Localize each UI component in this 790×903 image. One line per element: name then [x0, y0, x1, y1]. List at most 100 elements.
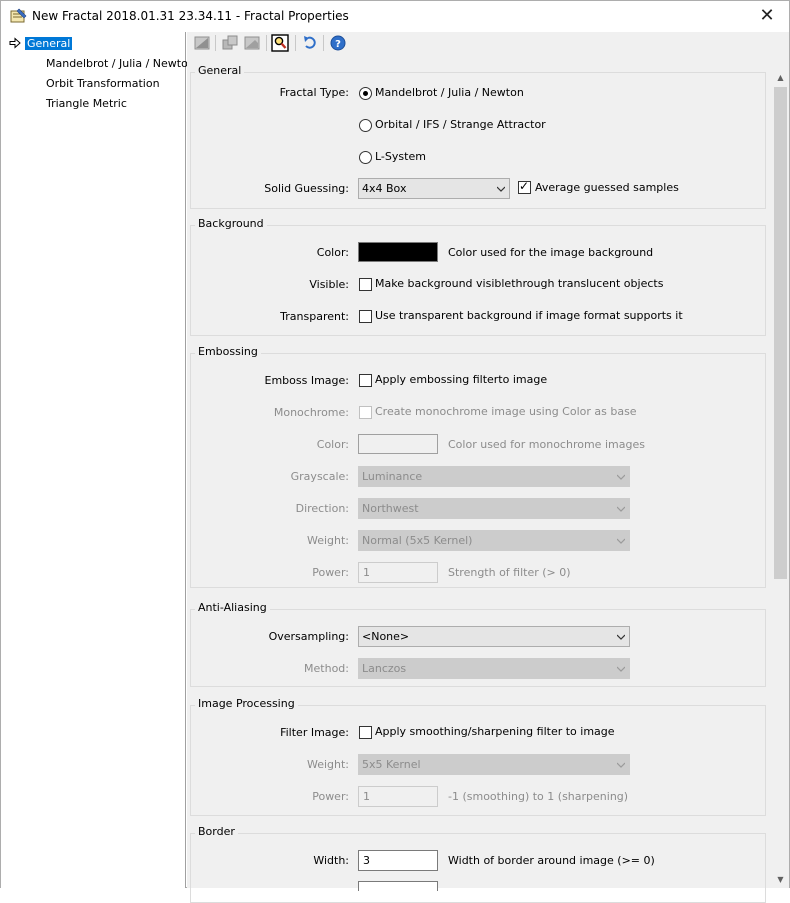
chevron-down-icon	[617, 538, 625, 544]
properties-window: New Fractal 2018.01.31 23.34.11 - Fracta…	[0, 0, 790, 903]
select-value: 5x5 Kernel	[362, 758, 421, 771]
category-tree[interactable]: General Mandelbrot / Julia / Newton Orbi…	[1, 32, 195, 888]
properties-app-icon	[10, 8, 27, 23]
scroll-thumb[interactable]	[774, 87, 787, 579]
group-title: Background	[195, 217, 267, 230]
image-icon[interactable]	[193, 34, 211, 52]
monochrome-label: Monochrome:	[273, 406, 349, 419]
filter-image-label: Filter Image:	[280, 726, 349, 739]
select-value: Normal (5x5 Kernel)	[362, 534, 473, 547]
background-transparent-desc: Use transparent background if image form…	[375, 309, 683, 322]
find-icon[interactable]	[271, 34, 289, 52]
fractal-type-mandelbrot-radio[interactable]	[359, 87, 372, 100]
solid-guessing-select[interactable]: 4x4 Box	[358, 178, 510, 199]
method-label: Method:	[304, 662, 349, 675]
grayscale-label: Grayscale:	[290, 470, 349, 483]
fractal-type-option-label: L-System	[375, 150, 426, 163]
vertical-scrollbar[interactable]: ▲ ▼	[772, 69, 789, 888]
group-title: General	[195, 64, 245, 77]
background-color-swatch[interactable]	[358, 242, 438, 262]
emboss-color-label: Color:	[316, 438, 349, 451]
border-width-desc: Width of border around image (>= 0)	[448, 854, 655, 867]
background-color-label: Color:	[316, 246, 349, 259]
tree-item-mandelbrot[interactable]: Mandelbrot / Julia / Newton	[46, 56, 195, 72]
window-title: New Fractal 2018.01.31 23.34.11 - Fracta…	[32, 9, 349, 23]
toolbar-separator	[295, 35, 296, 51]
group-title: Embossing	[195, 345, 261, 358]
filter-weight-label: Weight:	[306, 758, 349, 771]
toolbar: ?	[187, 32, 789, 54]
properties-panel: ? General Fractal Type: Mandelbrot / Jul…	[187, 32, 789, 903]
copy-icon[interactable]	[221, 34, 239, 52]
background-visible-desc: Make background visiblethrough transluce…	[375, 277, 664, 290]
method-select[interactable]: Lanczos	[358, 658, 630, 679]
fractal-type-option-label: Mandelbrot / Julia / Newton	[375, 86, 524, 99]
monochrome-desc: Create monochrome image using Color as b…	[375, 405, 637, 418]
tree-item-label: General	[25, 37, 73, 50]
chevron-down-icon	[617, 634, 625, 640]
emboss-color-swatch[interactable]	[358, 434, 438, 454]
checkmark-icon: ✓	[519, 179, 530, 193]
filter-weight-select[interactable]: 5x5 Kernel	[358, 754, 630, 775]
oversampling-select[interactable]: <None>	[358, 626, 630, 647]
filter-power-desc: -1 (smoothing) to 1 (sharpening)	[448, 790, 629, 803]
emboss-image-desc: Apply embossing filterto image	[375, 373, 548, 386]
group-title: Border	[195, 825, 238, 838]
emboss-image-label: Emboss Image:	[264, 374, 350, 387]
background-visible-checkbox[interactable]	[359, 278, 372, 291]
scroll-up-arrow-icon[interactable]: ▲	[772, 69, 789, 86]
group-anti-aliasing: Anti-Aliasing Oversampling: <None> Metho…	[190, 601, 766, 687]
chevron-down-icon	[497, 186, 505, 192]
emboss-weight-select[interactable]: Normal (5x5 Kernel)	[358, 530, 630, 551]
filter-image-checkbox[interactable]	[359, 726, 372, 739]
select-value: <None>	[362, 630, 410, 643]
filter-power-input[interactable]: 1	[358, 786, 438, 807]
select-value: Luminance	[362, 470, 423, 483]
border-color-input[interactable]	[358, 881, 438, 891]
current-item-arrow-icon	[9, 37, 21, 49]
chevron-down-icon	[617, 666, 625, 672]
svg-text:?: ?	[335, 39, 341, 50]
help-icon[interactable]: ?	[329, 34, 347, 52]
toolbar-separator	[323, 35, 324, 51]
emboss-power-input[interactable]: 1	[358, 562, 438, 583]
solid-guessing-label: Solid Guessing:	[264, 182, 349, 195]
fractal-type-orbital-radio[interactable]	[359, 119, 372, 132]
fractal-type-option-label: Orbital / IFS / Strange Attractor	[375, 118, 546, 131]
direction-select[interactable]: Northwest	[358, 498, 630, 519]
fractal-type-label: Fractal Type:	[279, 86, 349, 99]
tree-item-orbit-transformation[interactable]: Orbit Transformation	[46, 76, 160, 92]
close-button[interactable]: ✕	[745, 1, 789, 32]
border-width-label: Width:	[313, 854, 349, 867]
chevron-down-icon	[617, 762, 625, 768]
background-transparent-checkbox[interactable]	[359, 310, 372, 323]
group-image-processing: Image Processing Filter Image: Apply smo…	[190, 697, 766, 816]
background-transparent-label: Transparent:	[280, 310, 349, 323]
tree-item-triangle-metric[interactable]: Triangle Metric	[46, 96, 127, 112]
emboss-power-desc: Strength of filter (> 0)	[448, 566, 571, 579]
background-visible-label: Visible:	[309, 278, 349, 291]
scroll-down-arrow-icon[interactable]: ▼	[772, 871, 789, 888]
group-general: General Fractal Type: Mandelbrot / Julia…	[190, 64, 766, 209]
monochrome-checkbox[interactable]	[359, 406, 372, 419]
emboss-weight-label: Weight:	[306, 534, 349, 547]
emboss-image-checkbox[interactable]	[359, 374, 372, 387]
group-background: Background Color: Color used for the ima…	[190, 217, 766, 336]
toolbar-separator	[266, 35, 267, 51]
background-color-desc: Color used for the image background	[448, 246, 654, 259]
grayscale-select[interactable]: Luminance	[358, 466, 630, 487]
average-samples-checkbox[interactable]: ✓	[518, 179, 531, 194]
select-value: Northwest	[362, 502, 419, 515]
title-bar[interactable]: New Fractal 2018.01.31 23.34.11 - Fracta…	[1, 1, 789, 32]
emboss-color-desc: Color used for monochrome images	[448, 438, 645, 451]
border-width-input[interactable]: 3	[358, 850, 438, 871]
toolbar-separator	[215, 35, 216, 51]
select-value: Lanczos	[362, 662, 407, 675]
select-value: 4x4 Box	[362, 182, 407, 195]
group-title: Image Processing	[195, 697, 298, 710]
undo-icon[interactable]	[301, 34, 319, 52]
fractal-type-lsystem-radio[interactable]	[359, 151, 372, 164]
average-samples-label: Average guessed samples	[535, 181, 679, 194]
paste-icon[interactable]	[243, 34, 261, 52]
tree-item-general[interactable]: General	[25, 36, 73, 52]
